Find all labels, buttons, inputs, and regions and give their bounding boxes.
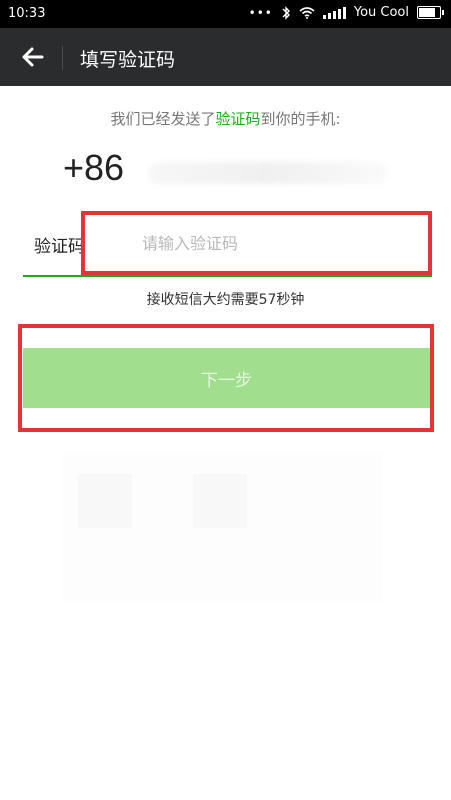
carrier-name: You Cool <box>353 5 409 20</box>
wifi-icon <box>299 6 315 19</box>
country-code: +86 <box>63 147 125 188</box>
notice-suffix: 到你的手机: <box>260 110 341 128</box>
notice-highlight: 验证码 <box>215 110 261 128</box>
more-dots-icon: ••• <box>248 5 273 20</box>
annotation-box-input <box>81 211 432 275</box>
bluetooth-icon <box>282 5 290 20</box>
status-bar: 10:33 ••• You Cool <box>0 0 451 28</box>
app-bar-divider <box>62 46 63 70</box>
arrow-left-icon <box>22 47 44 67</box>
signal-icon <box>322 6 346 19</box>
annotation-box-button <box>18 324 434 432</box>
phone-number-redacted <box>148 162 388 184</box>
app-bar: 填写验证码 <box>0 28 451 86</box>
sms-wait-hint: 接收短信大约需要57秒钟 <box>146 292 305 308</box>
back-button[interactable] <box>12 41 48 73</box>
input-underline <box>23 275 432 277</box>
battery-level <box>419 8 436 17</box>
faint-square-left <box>78 474 132 528</box>
status-icons: ••• You Cool <box>248 5 444 20</box>
notice-prefix: 我们已经发送了 <box>110 110 216 128</box>
code-sent-notice: 我们已经发送了验证码到你的手机: <box>0 108 451 129</box>
faint-square-right <box>193 474 247 528</box>
status-time: 10:33 <box>8 6 46 21</box>
battery-icon <box>417 6 444 19</box>
page-title: 填写验证码 <box>80 49 176 71</box>
code-label: 验证码 <box>34 237 85 257</box>
